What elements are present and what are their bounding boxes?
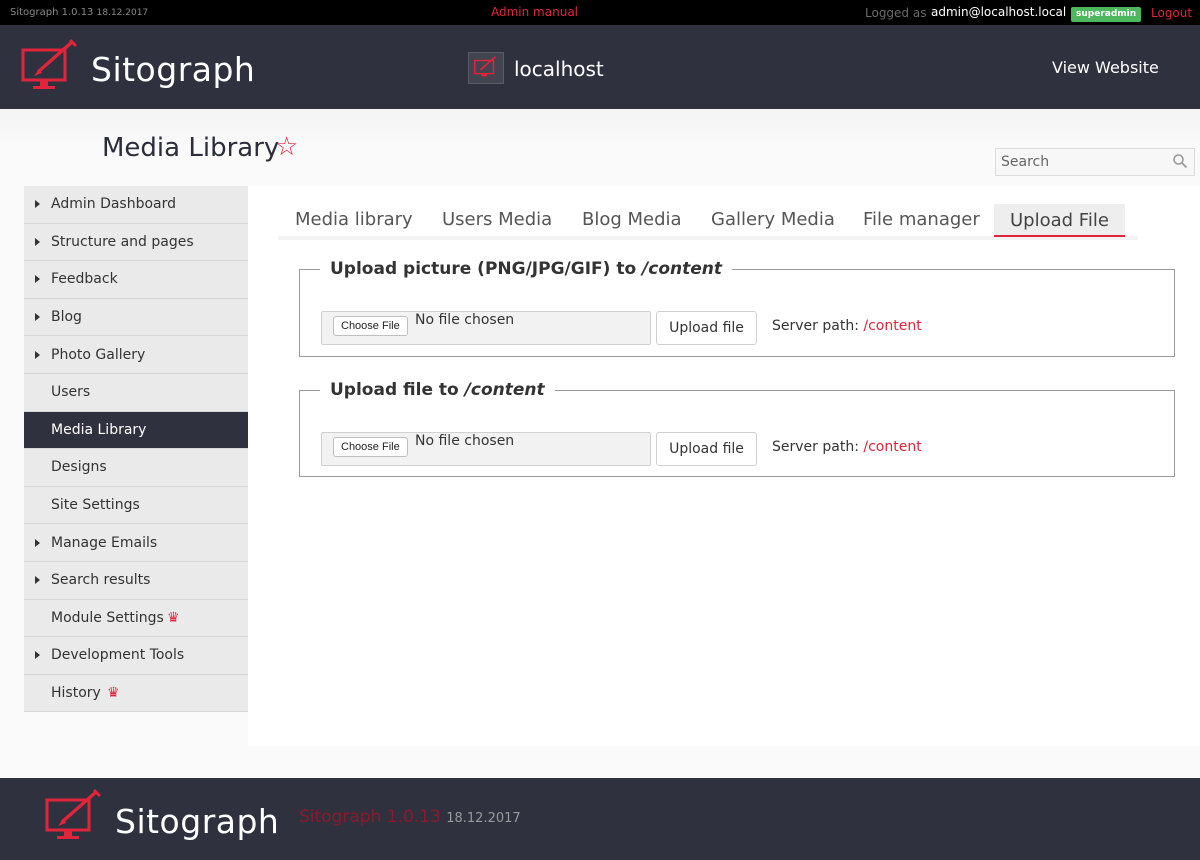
footer-version-text: Sitograph 1.0.13 bbox=[299, 807, 441, 827]
sidebar-item-label: Module Settings bbox=[51, 609, 164, 626]
caret-right-icon bbox=[35, 651, 40, 660]
crown-icon: ♛ bbox=[167, 609, 180, 626]
sitograph-logo-icon[interactable] bbox=[20, 36, 80, 92]
sidebar-item-blog[interactable]: Blog bbox=[24, 298, 248, 337]
sidebar-item-label: Media Library bbox=[51, 421, 147, 438]
legend-path: /content bbox=[642, 259, 722, 279]
sidebar-item-media-library[interactable]: Media Library bbox=[24, 411, 263, 450]
version-text: Sitograph 1.0.13 bbox=[10, 7, 94, 18]
upload-picture-legend: Upload picture (PNG/JPG/GIF) to /content bbox=[320, 259, 732, 279]
sidebar-item-label: History bbox=[51, 685, 101, 702]
no-file-chosen-text: No file chosen bbox=[415, 312, 515, 328]
upload-file-legend: Upload file to /content bbox=[320, 380, 555, 400]
upload-picture-button[interactable]: Upload file bbox=[656, 311, 757, 345]
sidebar-item-label: Manage Emails bbox=[51, 534, 158, 551]
choose-file-button[interactable]: Choose File bbox=[333, 437, 408, 457]
sidebar-item-label: Blog bbox=[51, 309, 82, 326]
view-website-link[interactable]: View Website bbox=[1052, 58, 1159, 77]
version-date: 18.12.2017 bbox=[96, 8, 149, 18]
version-info: Sitograph 1.0.13 18.12.2017 bbox=[10, 7, 148, 18]
logout-link[interactable]: Logout bbox=[1151, 6, 1192, 20]
top-bar: Sitograph 1.0.13 18.12.2017 Admin manual… bbox=[0, 0, 1200, 25]
upload-file-fieldset: Upload file to /content Choose File No f… bbox=[299, 380, 1175, 477]
sidebar-item-site-settings[interactable]: Site Settings bbox=[24, 486, 248, 525]
server-path-link[interactable]: /content bbox=[863, 439, 921, 455]
footer: Sitograph Sitograph 1.0.13 18.12.2017 bbox=[0, 778, 1200, 860]
picture-file-input[interactable]: Choose File No file chosen bbox=[321, 311, 651, 345]
search-input[interactable] bbox=[996, 149, 1166, 175]
legend-text: Upload picture (PNG/JPG/GIF) to bbox=[330, 259, 637, 279]
star-icon[interactable]: ☆ bbox=[275, 134, 298, 160]
legend-path: /content bbox=[464, 380, 545, 400]
sidebar-item-label: Designs bbox=[51, 459, 107, 476]
caret-right-icon bbox=[35, 538, 40, 547]
site-name[interactable]: localhost bbox=[514, 57, 604, 81]
sidebar-item-label: Development Tools bbox=[51, 647, 185, 664]
search-box bbox=[995, 148, 1195, 176]
upload-picture-fieldset: Upload picture (PNG/JPG/GIF) to /content… bbox=[299, 259, 1175, 357]
server-path-label: Server path: bbox=[772, 318, 859, 334]
upload-file-button[interactable]: Upload file bbox=[656, 432, 757, 466]
footer-version-date: 18.12.2017 bbox=[446, 811, 521, 826]
tab-blog-media[interactable]: Blog Media bbox=[566, 203, 698, 237]
sidebar-item-development-tools[interactable]: Development Tools bbox=[24, 637, 248, 675]
sidebar-item-photo-gallery[interactable]: Photo Gallery bbox=[24, 336, 248, 374]
sitograph-logo-icon[interactable] bbox=[44, 786, 104, 842]
caret-right-icon bbox=[35, 237, 40, 246]
server-path-link[interactable]: /content bbox=[863, 318, 921, 334]
crown-icon: ♛ bbox=[107, 685, 120, 702]
legend-text: Upload file to bbox=[330, 380, 459, 400]
sidebar-item-label: Structure and pages bbox=[51, 233, 194, 250]
sidebar-item-label: Feedback bbox=[51, 271, 118, 288]
sidebar-item-module-settings[interactable]: Module Settings ♛ bbox=[24, 599, 248, 638]
sidebar-item-label: Users bbox=[51, 384, 91, 401]
current-user-email: admin@localhost.local bbox=[931, 5, 1067, 19]
sidebar-item-label: Search results bbox=[51, 572, 151, 589]
server-path-info: Server path: /content bbox=[772, 318, 922, 334]
choose-file-button[interactable]: Choose File bbox=[333, 316, 408, 336]
caret-right-icon bbox=[35, 200, 40, 209]
footer-version: Sitograph 1.0.13 18.12.2017 bbox=[299, 807, 521, 827]
sidebar-item-users[interactable]: Users bbox=[24, 373, 248, 412]
sidebar-item-feedback[interactable]: Feedback bbox=[24, 261, 248, 299]
search-icon[interactable] bbox=[1172, 153, 1188, 169]
caret-right-icon bbox=[35, 313, 40, 322]
tab-media-library[interactable]: Media library bbox=[279, 203, 429, 237]
sidebar-item-label: Admin Dashboard bbox=[51, 196, 177, 213]
sidebar-item-admin-dashboard[interactable]: Admin Dashboard bbox=[24, 186, 248, 224]
server-path-label: Server path: bbox=[772, 439, 859, 455]
no-file-chosen-text: No file chosen bbox=[415, 433, 515, 449]
header: Sitograph localhost View Website bbox=[0, 25, 1200, 109]
role-badge: superadmin bbox=[1071, 7, 1142, 22]
admin-manual-link[interactable]: Admin manual bbox=[491, 5, 578, 19]
sidebar-item-designs[interactable]: Designs bbox=[24, 449, 248, 487]
server-path-info: Server path: /content bbox=[772, 439, 922, 455]
sidebar-item-structure-and-pages[interactable]: Structure and pages bbox=[24, 223, 248, 262]
sidebar: Admin Dashboard Structure and pages Feed… bbox=[24, 186, 263, 713]
sidebar-item-history[interactable]: History ♛ bbox=[24, 674, 248, 713]
caret-right-icon bbox=[35, 576, 40, 585]
site-thumbnail-icon[interactable] bbox=[468, 52, 504, 84]
caret-right-icon bbox=[35, 275, 40, 284]
sidebar-item-label: Photo Gallery bbox=[51, 346, 146, 363]
tab-upload-file[interactable]: Upload File bbox=[994, 204, 1125, 237]
general-file-input[interactable]: Choose File No file chosen bbox=[321, 432, 651, 466]
sidebar-item-search-results[interactable]: Search results bbox=[24, 561, 248, 600]
tab-users-media[interactable]: Users Media bbox=[426, 203, 568, 237]
caret-right-icon bbox=[35, 350, 40, 359]
logo-text[interactable]: Sitograph bbox=[91, 50, 255, 89]
tab-file-manager[interactable]: File manager bbox=[847, 203, 996, 237]
sidebar-item-label: Site Settings bbox=[51, 497, 140, 514]
footer-logo-text[interactable]: Sitograph bbox=[115, 802, 279, 841]
sidebar-item-manage-emails[interactable]: Manage Emails bbox=[24, 524, 248, 562]
tab-gallery-media[interactable]: Gallery Media bbox=[695, 203, 851, 237]
page-title: Media Library bbox=[102, 133, 280, 163]
logged-as-label: Logged as bbox=[865, 6, 927, 20]
